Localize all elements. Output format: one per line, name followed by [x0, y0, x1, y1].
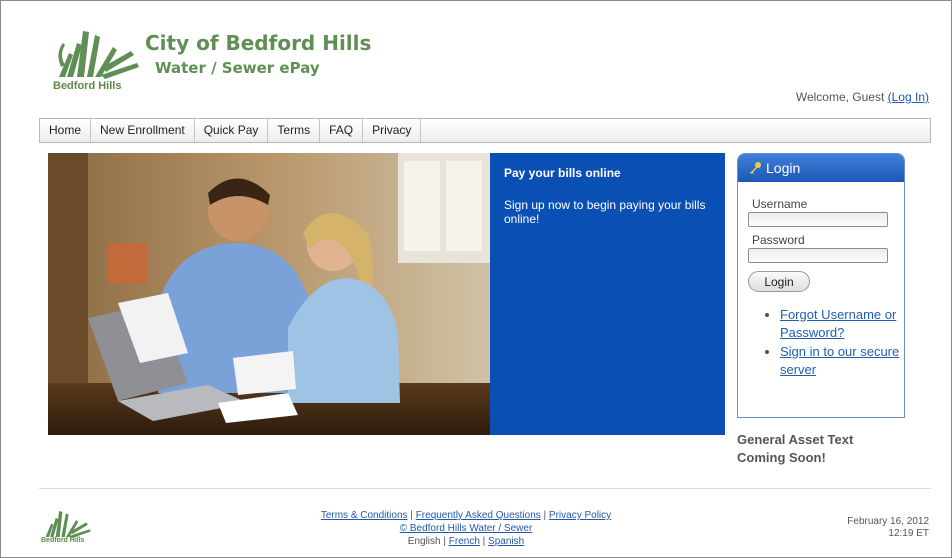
language-selector: English | French | Spanish: [407, 536, 525, 547]
login-links: Forgot Username or Password? Sign in to …: [780, 306, 904, 379]
login-link[interactable]: (Log In): [888, 90, 929, 104]
hero-photo: [48, 153, 490, 435]
promo-title: Pay your bills online: [504, 166, 621, 180]
terms-link[interactable]: Terms & Conditions: [321, 510, 408, 521]
footer-time: 12:19 ET: [888, 528, 929, 539]
welcome-message: Welcome, Guest (Log In): [796, 90, 929, 104]
language-current: English: [407, 536, 441, 547]
password-input[interactable]: [748, 248, 888, 263]
login-panel: Login Username Password Login Forgot Use…: [737, 153, 905, 418]
asset-text: General Asset Text Coming Soon!: [737, 432, 854, 465]
footer-timestamp: February 16, 2012 12:19 ET: [847, 516, 929, 540]
login-button[interactable]: Login: [748, 271, 810, 292]
password-label: Password: [752, 233, 805, 247]
footer-logo-icon: [45, 511, 91, 539]
copyright-link[interactable]: © Bedford Hills Water / Sewer: [400, 523, 533, 534]
welcome-text: Welcome, Guest: [795, 90, 888, 104]
username-label: Username: [752, 197, 808, 211]
login-header: Login: [738, 154, 904, 182]
promo-panel: Pay your bills online Sign up now to beg…: [490, 153, 725, 435]
secure-server-link[interactable]: Sign in to our secure server: [780, 344, 899, 377]
list-item: Sign in to our secure server: [780, 343, 904, 379]
login-heading: Login: [766, 160, 801, 176]
logo-caption: Bedford Hills: [53, 80, 122, 92]
list-item: Forgot Username or Password?: [780, 306, 904, 342]
nav-privacy[interactable]: Privacy: [363, 119, 422, 142]
nav-home[interactable]: Home: [40, 119, 92, 142]
faq-link[interactable]: Frequently Asked Questions: [416, 510, 541, 521]
privacy-link[interactable]: Privacy Policy: [549, 510, 611, 521]
nav-terms[interactable]: Terms: [268, 119, 321, 142]
footer-policy-links: Terms & Conditions | Frequently Asked Qu…: [320, 510, 612, 521]
promo-text: Sign up now to begin paying your bills o…: [504, 198, 706, 226]
site-subtitle: Water / Sewer ePay: [155, 59, 320, 77]
nav-new-enrollment[interactable]: New Enrollment: [91, 119, 195, 142]
nav-quick-pay[interactable]: Quick Pay: [195, 119, 269, 142]
forgot-credentials-link[interactable]: Forgot Username or Password?: [780, 307, 896, 340]
footer-date: February 16, 2012: [847, 516, 929, 527]
key-icon: [750, 162, 761, 174]
french-link[interactable]: French: [449, 536, 480, 547]
page: Bedford Hills City of Bedford Hills Wate…: [0, 0, 952, 558]
footer-logo-caption: Bedford Hills: [41, 537, 85, 544]
main-nav: Home New Enrollment Quick Pay Terms FAQ …: [39, 118, 931, 143]
footer-divider: [39, 488, 931, 489]
bedford-hills-logo-icon: [58, 31, 139, 79]
spanish-link[interactable]: Spanish: [488, 536, 524, 547]
nav-faq[interactable]: FAQ: [320, 119, 364, 142]
username-input[interactable]: [748, 212, 888, 227]
footer-links: Terms & Conditions | Frequently Asked Qu…: [301, 509, 631, 548]
site-title: City of Bedford Hills: [145, 31, 372, 55]
